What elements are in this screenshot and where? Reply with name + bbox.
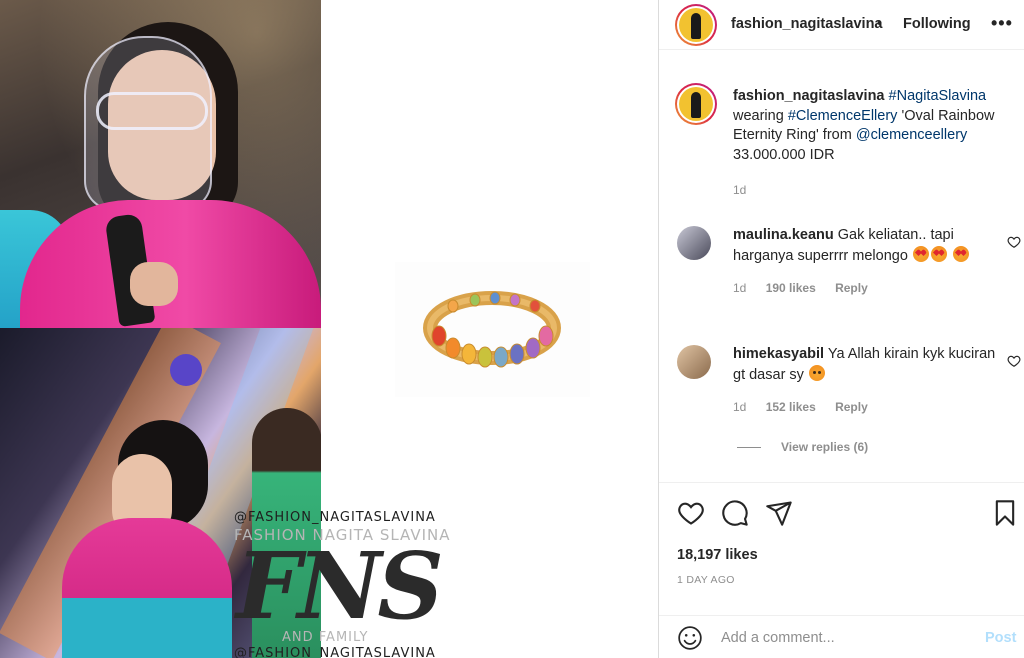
comment-username[interactable]: himekasyabil bbox=[733, 346, 824, 362]
caption-avatar[interactable] bbox=[675, 83, 717, 125]
like-heart-icon[interactable] bbox=[677, 499, 705, 527]
view-replies-label: View replies (6) bbox=[781, 440, 869, 454]
caption-price: 33.000.000 IDR bbox=[733, 146, 835, 163]
commenter-avatar[interactable] bbox=[677, 345, 711, 379]
comment-bubble-icon[interactable] bbox=[721, 499, 749, 527]
heart-eyes-emoji-icon bbox=[930, 245, 947, 262]
post-comment-button[interactable]: Post bbox=[985, 630, 1016, 646]
comment-item: maulina.keanu Gak keliatan.. tapi hargan… bbox=[677, 226, 1021, 299]
comment-time: 1d bbox=[733, 400, 747, 414]
share-send-icon[interactable] bbox=[765, 499, 793, 527]
comment-likes[interactable]: 152 likes bbox=[766, 400, 816, 414]
commenter-avatar[interactable] bbox=[677, 226, 711, 260]
product-ring-image bbox=[395, 262, 590, 397]
author-username[interactable]: fashion_nagitaslavina bbox=[731, 16, 883, 32]
comment-item: himekasyabil Ya Allah kirain kyk kuciran… bbox=[677, 345, 1021, 418]
post-actions: 18,197 likes 1 DAY AGO Add a comment... … bbox=[659, 482, 1024, 658]
reply-button[interactable]: Reply bbox=[835, 281, 868, 295]
mention-link[interactable]: @clemenceellery bbox=[856, 127, 967, 143]
post-timestamp: 1 DAY AGO bbox=[677, 574, 735, 586]
face-shield bbox=[84, 36, 212, 211]
reply-button[interactable]: Reply bbox=[835, 400, 868, 414]
heart-eyes-emoji-icon bbox=[912, 245, 929, 262]
like-comment-icon[interactable] bbox=[1007, 354, 1021, 368]
comment-meta: 1d 152 likes Reply bbox=[733, 398, 1003, 418]
caption-username[interactable]: fashion_nagitaslavina bbox=[733, 88, 885, 104]
add-comment-bar: Add a comment... Post bbox=[659, 615, 1024, 658]
photo-performer-closeup bbox=[0, 0, 321, 328]
view-replies-button[interactable]: View replies (6) bbox=[737, 440, 868, 454]
post-media[interactable]: @FASHION_NAGITASLAVINA FASHION NAGITA SL… bbox=[0, 0, 658, 658]
caption-text: wearing bbox=[733, 107, 784, 124]
more-options-icon[interactable]: ••• bbox=[991, 13, 1013, 34]
post-header: fashion_nagitaslavina • Following ••• bbox=[659, 0, 1024, 50]
header-separator: • bbox=[877, 16, 883, 32]
comment-meta: 1d 190 likes Reply bbox=[733, 279, 1003, 299]
comment-likes[interactable]: 190 likes bbox=[766, 281, 816, 295]
photo-performer-stage bbox=[0, 328, 321, 658]
post-side-panel: fashion_nagitaslavina • Following ••• fa… bbox=[658, 0, 1024, 658]
following-button[interactable]: Following bbox=[903, 16, 971, 32]
emoji-picker-icon[interactable] bbox=[677, 625, 703, 651]
sad-face-emoji-icon bbox=[808, 364, 825, 381]
like-comment-icon[interactable] bbox=[1007, 235, 1021, 249]
save-bookmark-icon[interactable] bbox=[991, 499, 1019, 527]
hashtag-link[interactable]: #ClemenceEllery bbox=[788, 108, 898, 124]
rainbow-ring-icon bbox=[423, 291, 561, 368]
hashtag-link[interactable]: #NagitaSlavina bbox=[889, 88, 987, 104]
replies-divider bbox=[737, 447, 761, 449]
comment-time: 1d bbox=[733, 281, 747, 295]
likes-count[interactable]: 18,197 likes bbox=[677, 547, 758, 563]
comment-username[interactable]: maulina.keanu bbox=[733, 227, 834, 243]
comment-input[interactable]: Add a comment... bbox=[721, 630, 835, 646]
heart-eyes-emoji-icon bbox=[952, 245, 969, 262]
caption-time: 1d bbox=[733, 183, 747, 197]
post-caption: fashion_nagitaslavina #NagitaSlavina wea… bbox=[733, 87, 1023, 201]
author-avatar[interactable] bbox=[675, 4, 717, 46]
